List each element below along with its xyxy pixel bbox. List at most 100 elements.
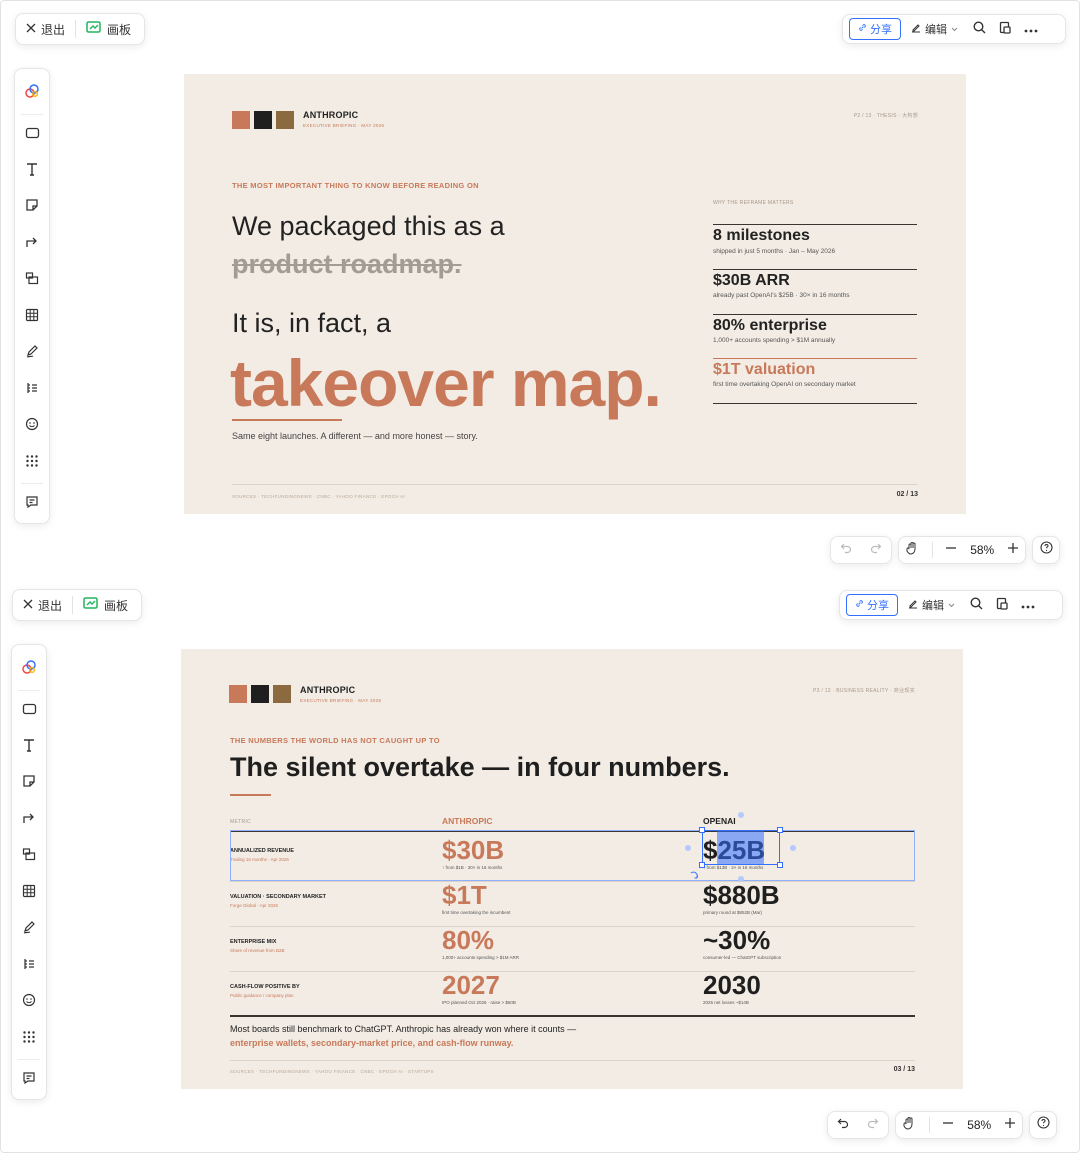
divider <box>21 483 43 485</box>
brand-name: ANTHROPIC <box>303 110 359 120</box>
resize-handle[interactable] <box>777 827 783 833</box>
connection-dot[interactable] <box>738 876 744 882</box>
divider <box>72 596 74 614</box>
table-tool[interactable] <box>16 880 42 906</box>
pen-tool[interactable] <box>16 917 42 943</box>
more-button[interactable] <box>1020 18 1042 40</box>
ai-icon <box>24 83 40 104</box>
openai-note: 2026 net losses ~$14B <box>703 1000 749 1005</box>
edit-button[interactable]: 编辑 <box>905 21 964 37</box>
connection-dot[interactable] <box>738 812 744 818</box>
sticky-note-tool[interactable] <box>16 771 42 797</box>
more-tools[interactable] <box>16 1026 42 1052</box>
running-head: P2 / 13 · THESIS · 大构想 <box>853 113 918 119</box>
exit-button[interactable]: 退出 <box>26 21 65 38</box>
share-button[interactable]: 分享 <box>849 18 901 40</box>
slide-kicker: THE MOST IMPORTANT THING TO KNOW BEFORE … <box>232 181 479 190</box>
copy-button[interactable] <box>991 594 1013 616</box>
connector-arrow-icon <box>25 235 39 254</box>
redo-icon[interactable] <box>867 1116 879 1134</box>
zoom-out-icon[interactable] <box>945 541 957 559</box>
text-tool[interactable] <box>16 734 42 760</box>
share-label: 分享 <box>867 600 889 612</box>
more-button[interactable] <box>1017 594 1039 616</box>
zoom-level[interactable]: 58% <box>967 1118 991 1132</box>
hand-icon[interactable] <box>905 541 919 560</box>
ai-tool[interactable] <box>19 81 45 107</box>
redo-icon[interactable] <box>870 541 882 559</box>
slide-business-reality[interactable]: ANTHROPIC EXECUTIVE BRIEFING · MAY 2026 … <box>181 649 963 1089</box>
divider <box>21 113 43 115</box>
headline-line-1: We packaged this as a <box>232 211 505 241</box>
text-tool[interactable] <box>19 158 45 184</box>
anthropic-note: first time overtaking the incumbent <box>442 910 511 915</box>
resize-handle[interactable] <box>777 862 783 868</box>
more-tools[interactable] <box>19 450 45 476</box>
frame-tool[interactable] <box>19 268 45 294</box>
help-button[interactable] <box>1029 1111 1057 1139</box>
board-button[interactable]: 画板 <box>86 20 131 38</box>
logo-square-terracotta <box>229 685 247 703</box>
brand-subtitle: EXECUTIVE BRIEFING · MAY 2026 <box>303 123 385 128</box>
pen-tool[interactable] <box>19 341 45 367</box>
metric-label: CASH-FLOW POSITIVE BY <box>230 984 300 990</box>
resize-handle[interactable] <box>699 862 705 868</box>
pen-icon <box>22 920 36 939</box>
rectangle-tool[interactable] <box>19 122 45 148</box>
brand-name: ANTHROPIC <box>300 685 356 695</box>
connector-tool[interactable] <box>19 231 45 257</box>
link-icon <box>858 23 867 35</box>
milestone-title: 80% enterprise <box>713 317 827 334</box>
connection-dot[interactable] <box>685 845 691 851</box>
mindmap-tool[interactable] <box>16 953 42 979</box>
sticky-note-icon <box>25 198 39 217</box>
zoom-level[interactable]: 58% <box>970 543 994 557</box>
comment-tool[interactable] <box>16 1068 42 1094</box>
undo-icon[interactable] <box>840 541 852 559</box>
connector-tool[interactable] <box>16 807 42 833</box>
milestone-sub: first time overtaking OpenAI on secondar… <box>713 381 856 388</box>
accent-rule <box>232 419 342 421</box>
grid-dots-icon <box>22 1030 36 1049</box>
resize-handle[interactable] <box>699 827 705 833</box>
frame-tool[interactable] <box>16 844 42 870</box>
comment-tool[interactable] <box>19 492 45 518</box>
rectangle-tool[interactable] <box>16 698 42 724</box>
rectangle-icon <box>22 702 37 720</box>
board-button[interactable]: 画板 <box>83 596 128 614</box>
chevron-down-icon <box>951 23 958 35</box>
copy-button[interactable] <box>994 18 1016 40</box>
undo-icon[interactable] <box>837 1116 849 1134</box>
milestone-rule <box>713 269 917 270</box>
openai-value: 2030 <box>703 970 761 1000</box>
close-icon <box>23 598 33 612</box>
hand-icon[interactable] <box>902 1116 916 1135</box>
exit-label: 退出 <box>41 22 66 37</box>
struck-text: product roadmap. <box>232 249 462 279</box>
mindmap-icon <box>25 381 39 400</box>
help-button[interactable] <box>1032 536 1060 564</box>
summary-line-1: Most boards still benchmark to ChatGPT. … <box>230 1024 577 1034</box>
slide-thesis[interactable]: ANTHROPIC EXECUTIVE BRIEFING · MAY 2026 … <box>184 74 966 514</box>
close-icon <box>26 22 36 36</box>
metric-sublabel: Forge Global · Apr 2026 <box>230 903 279 908</box>
search-button[interactable] <box>965 594 987 616</box>
search-icon <box>972 21 986 37</box>
zoom-out-icon[interactable] <box>942 1116 954 1134</box>
share-button[interactable]: 分享 <box>846 594 898 616</box>
edit-button[interactable]: 编辑 <box>902 597 961 613</box>
sticky-note-tool[interactable] <box>19 195 45 221</box>
ai-tool[interactable] <box>16 657 42 683</box>
sticker-tool[interactable] <box>19 414 45 440</box>
openai-value: $880B <box>703 880 780 910</box>
search-button[interactable] <box>968 18 990 40</box>
zoom-in-icon[interactable] <box>1007 541 1019 559</box>
exit-button[interactable]: 退出 <box>23 597 62 614</box>
mindmap-tool[interactable] <box>19 377 45 403</box>
rotate-handle-icon[interactable] <box>689 867 699 885</box>
grid-dots-icon <box>25 454 39 473</box>
zoom-in-icon[interactable] <box>1004 1116 1016 1134</box>
connection-dot[interactable] <box>790 845 796 851</box>
table-tool[interactable] <box>19 304 45 330</box>
sticker-tool[interactable] <box>16 990 42 1016</box>
